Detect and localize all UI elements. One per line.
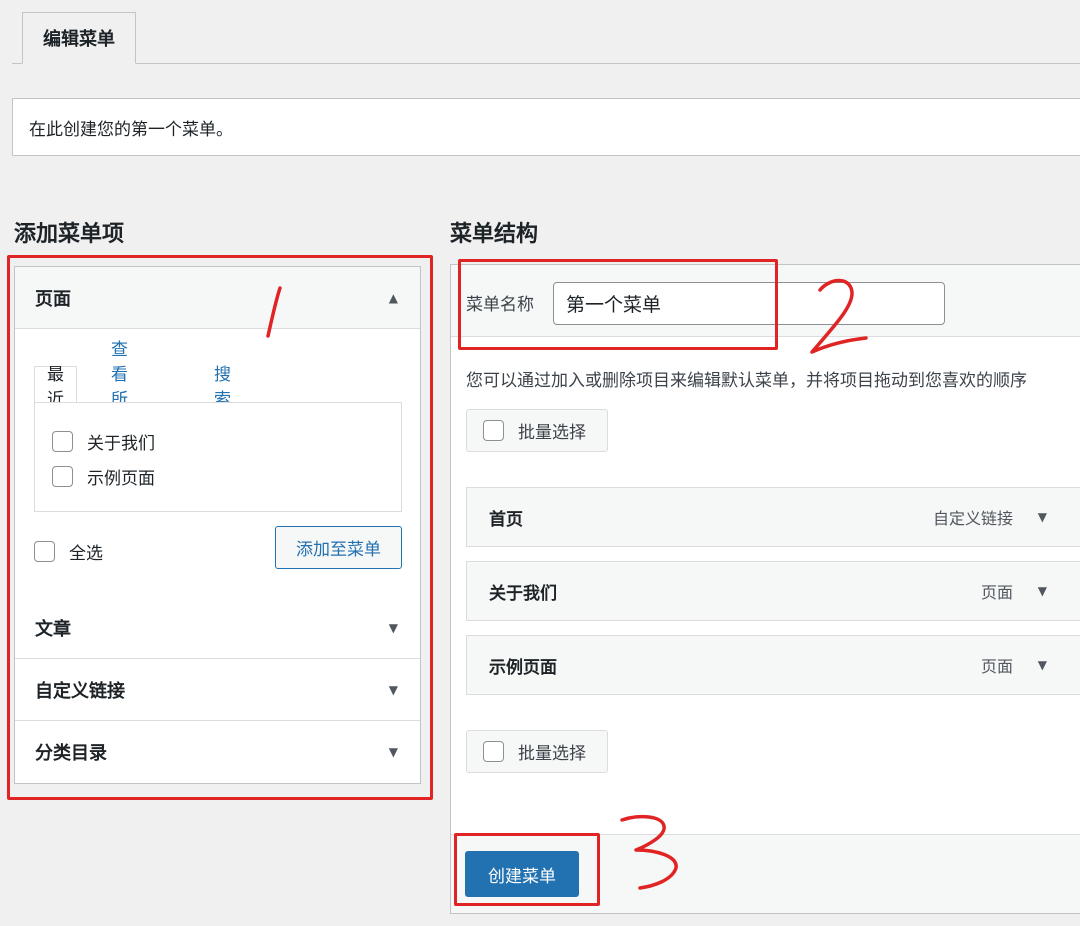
annotation-numeral-3 <box>620 814 678 890</box>
annotation-layer: 123 <box>266 278 868 890</box>
annotation-numeral-1 <box>266 286 282 338</box>
annotation-numeral-2 <box>810 278 868 354</box>
